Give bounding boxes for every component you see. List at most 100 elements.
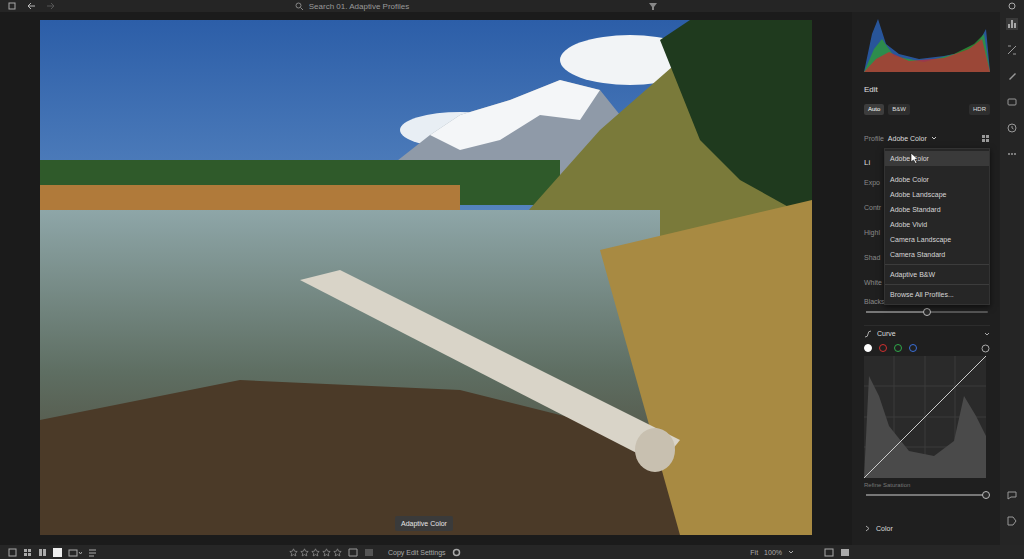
- square-grid-icon[interactable]: [23, 548, 32, 557]
- search-text[interactable]: Search 01. Adaptive Profiles: [309, 2, 410, 11]
- profile-menu-item[interactable]: Adobe Color: [885, 172, 989, 187]
- zoom-level[interactable]: 100%: [764, 549, 782, 556]
- collapse-icon[interactable]: [984, 331, 990, 337]
- curve-icon: [864, 330, 872, 338]
- menu-item-label[interactable]: Adobe Color: [890, 155, 929, 162]
- reject-flag-icon[interactable]: [364, 548, 374, 557]
- refine-slider-fill: [866, 494, 986, 496]
- profile-menu-item[interactable]: Adobe Color: [885, 151, 989, 166]
- info-icon[interactable]: [840, 548, 850, 557]
- tool-strip: [1000, 12, 1024, 545]
- bottom-bar: Copy Edit Settings Fit 100%: [0, 545, 1024, 559]
- star-rating[interactable]: [289, 548, 342, 557]
- histogram: [864, 14, 990, 72]
- top-bar: Search 01. Adaptive Profiles: [0, 0, 1024, 12]
- profile-label: Profile: [864, 135, 884, 142]
- mode-button[interactable]: Auto: [864, 104, 884, 115]
- history-icon[interactable]: [1006, 122, 1018, 134]
- panel-toggle-icon[interactable]: [8, 2, 16, 10]
- expand-icon: [864, 525, 871, 532]
- forward-arrow-icon: [46, 2, 56, 10]
- mode-button[interactable]: B&W: [888, 104, 910, 115]
- star-icon[interactable]: [300, 548, 309, 557]
- refine-slider-knob[interactable]: [982, 491, 990, 499]
- gear-icon[interactable]: [452, 548, 461, 557]
- copy-edit-settings-button[interactable]: Copy Edit Settings: [388, 549, 446, 556]
- blacks-slider[interactable]: [866, 311, 988, 313]
- curve-channel[interactable]: [909, 344, 917, 352]
- search-field[interactable]: Search 01. Adaptive Profiles: [66, 2, 638, 11]
- star-icon[interactable]: [333, 548, 342, 557]
- mouse-pointer-icon: [910, 152, 919, 164]
- mode-button[interactable]: HDR: [969, 104, 990, 115]
- refine-slider[interactable]: [866, 494, 988, 496]
- profile-menu-item[interactable]: Browse All Profiles...: [885, 287, 989, 302]
- menu-separator: [885, 284, 989, 285]
- grid-view-icon[interactable]: [8, 548, 17, 557]
- edit-title: Edit: [864, 85, 990, 97]
- curve-header[interactable]: Curve: [864, 325, 990, 339]
- menu-item-label[interactable]: Adobe Color: [890, 176, 929, 183]
- masking-icon[interactable]: [1006, 96, 1018, 108]
- blacks-slider-row: [864, 307, 990, 317]
- search-icon: [295, 2, 303, 10]
- before-after-icon[interactable]: [824, 548, 834, 557]
- tone-curve-graph[interactable]: [864, 356, 986, 478]
- edit-sliders-icon[interactable]: [1006, 18, 1018, 30]
- chevron-down-icon[interactable]: [931, 135, 937, 141]
- menu-item-label[interactable]: Adobe Landscape: [890, 191, 946, 198]
- profile-menu-item[interactable]: Adobe Vivid: [885, 217, 989, 232]
- star-icon[interactable]: [311, 548, 320, 557]
- back-arrow-icon[interactable]: [26, 2, 36, 10]
- profile-browser-icon[interactable]: [981, 134, 990, 143]
- crop-icon[interactable]: [1006, 44, 1018, 56]
- sort-icon[interactable]: [88, 548, 102, 557]
- profile-menu-item[interactable]: Adobe Standard: [885, 202, 989, 217]
- profile-value[interactable]: Adobe Color: [888, 135, 927, 142]
- tooltip: Adaptive Color: [395, 516, 453, 531]
- profile-menu-item[interactable]: Adobe Landscape: [885, 187, 989, 202]
- more-icon[interactable]: [1006, 148, 1018, 160]
- profile-menu-item[interactable]: Adaptive B&W: [885, 267, 989, 282]
- photo[interactable]: [40, 20, 812, 535]
- menu-item-label[interactable]: Camera Standard: [890, 251, 945, 258]
- blacks-slider-knob[interactable]: [923, 308, 931, 316]
- compare-icon[interactable]: [38, 548, 47, 557]
- comment-icon[interactable]: [1006, 489, 1018, 501]
- curve-channel[interactable]: [894, 344, 902, 352]
- refine-label: Refine Saturation: [864, 482, 990, 490]
- healing-brush-icon[interactable]: [1006, 70, 1018, 82]
- profile-menu-item[interactable]: Camera Landscape: [885, 232, 989, 247]
- menu-item-label[interactable]: Adaptive B&W: [890, 271, 935, 278]
- filter-icon[interactable]: [648, 2, 658, 10]
- color-section-header[interactable]: Color: [864, 522, 990, 534]
- star-icon[interactable]: [322, 548, 331, 557]
- flag-icon[interactable]: [348, 548, 358, 557]
- star-icon[interactable]: [289, 548, 298, 557]
- main-area: Adaptive ColorEditAutoB&WHDRProfileAdobe…: [0, 12, 1024, 545]
- menu-separator: [885, 264, 989, 265]
- curve-channels: [864, 343, 990, 353]
- detail-view-icon[interactable]: [53, 548, 62, 557]
- menu-item-label[interactable]: Adobe Vivid: [890, 221, 927, 228]
- fit-button[interactable]: Fit: [750, 549, 758, 556]
- mode-buttons: Auto B&W HDR: [864, 103, 990, 115]
- photo-workspace: Adaptive Color: [0, 12, 852, 545]
- refine-slider-row: [864, 490, 990, 500]
- menu-item-label[interactable]: Browse All Profiles...: [890, 291, 954, 298]
- color-section-title: Color: [876, 525, 893, 532]
- chevron-down-icon[interactable]: [788, 549, 794, 555]
- curve-title: Curve: [877, 330, 896, 337]
- menu-item-label[interactable]: Adobe Standard: [890, 206, 941, 213]
- profile-row[interactable]: Profile Adobe Color: [864, 132, 990, 144]
- reset-icon[interactable]: [981, 344, 990, 353]
- blacks-slider-fill: [866, 311, 927, 313]
- profile-menu-item[interactable]: Camera Standard: [885, 247, 989, 262]
- help-icon[interactable]: [1008, 2, 1016, 10]
- curve-channel[interactable]: [879, 344, 887, 352]
- curve-channel[interactable]: [864, 344, 872, 352]
- slideshow-icon[interactable]: [68, 548, 82, 557]
- menu-item-label[interactable]: Camera Landscape: [890, 236, 951, 243]
- tag-icon[interactable]: [1006, 515, 1018, 527]
- profile-menu: Adobe Color Adobe Color Adobe Landscape Ado…: [884, 148, 990, 305]
